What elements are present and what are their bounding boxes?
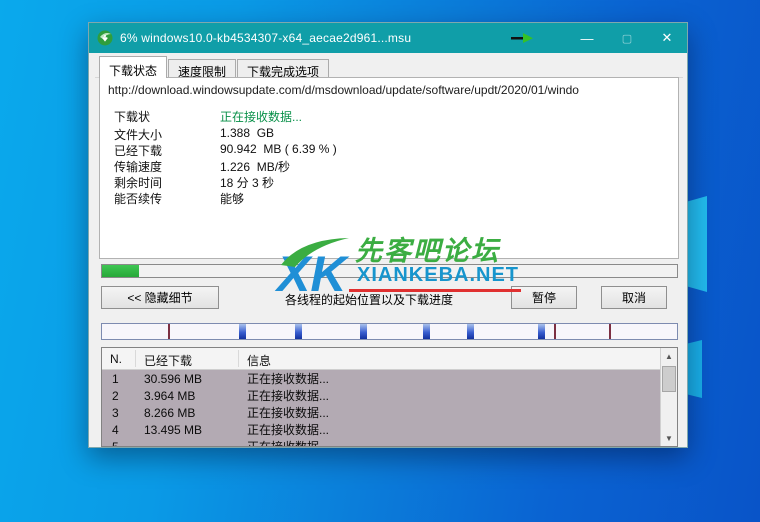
tab-speed-limit[interactable]: 速度限制 <box>168 59 237 79</box>
table-cell: 1 <box>112 371 119 386</box>
table-cell: 2 <box>112 388 119 403</box>
thread-position-mark <box>294 324 302 339</box>
idm-app-icon <box>97 30 113 46</box>
window-title: 6% windows10.0-kb4534307-x64_aecae2d961.… <box>120 31 412 45</box>
segment-boundary-mark <box>609 324 612 339</box>
field-row: 已经下载 90.942 MB ( 6.39 % ) <box>114 142 337 158</box>
column-header-downloaded[interactable]: 已经下载 <box>136 348 239 369</box>
field-label: 能否续传 <box>114 192 163 206</box>
field-value: 1.388 GB <box>220 126 275 140</box>
threads-table: N. 已经下载 信息 1 30.596 MB 正在接收数据... 2 3.964 MB 正… <box>101 347 678 447</box>
table-cell: 正在接收数据... <box>239 438 660 446</box>
field-label: 下载状 <box>114 110 151 124</box>
desktop-wallpaper: 6% windows10.0-kb4534307-x64_aecae2d961.… <box>0 0 760 522</box>
field-value: 90.942 MB ( 6.39 % ) <box>220 142 337 156</box>
progress-fill <box>102 265 139 277</box>
threads-caption: 各线程的起始位置以及下载进度 <box>284 293 453 307</box>
table-row[interactable]: 4 13.495 MB 正在接收数据... <box>102 421 660 438</box>
field-value: 18 分 3 秒 <box>220 176 275 190</box>
table-cell: 30.596 MB <box>144 371 203 386</box>
table-cell: 13.495 MB <box>144 422 203 437</box>
table-cell: 3 <box>112 405 119 420</box>
status-panel: http://download.windowsupdate.com/d/msdo… <box>99 77 679 259</box>
field-label: 剩余时间 <box>114 176 163 190</box>
table-row[interactable]: 5 正在接收数据... <box>102 438 660 447</box>
thread-position-mark <box>359 324 367 339</box>
pause-button[interactable]: 暂停 <box>511 286 577 309</box>
close-button[interactable]: ✕ <box>647 23 687 53</box>
table-cell: 4 <box>112 422 119 437</box>
cancel-button[interactable]: 取消 <box>601 286 667 309</box>
table-cell: 正在接收数据... <box>247 372 330 386</box>
field-row: 文件大小 1.388 GB <box>114 126 337 142</box>
download-url: http://download.windowsupdate.com/d/msdo… <box>108 83 579 97</box>
table-cell: 正在接收数据... <box>247 423 330 437</box>
download-fields: 下载状 正在接收数据... 文件大小 1.388 GB 已经下载 90.942 MB ( … <box>114 108 337 206</box>
thread-progress-bar <box>101 323 678 340</box>
thread-position-mark <box>422 324 430 339</box>
thread-position-mark <box>537 324 545 339</box>
start-queue-icon[interactable] <box>509 31 539 45</box>
field-label: 传输速度 <box>114 160 163 174</box>
field-row: 传输速度 1.226 MB/秒 <box>114 158 337 174</box>
field-row: 剩余时间 18 分 3 秒 <box>114 174 337 190</box>
table-scrollbar[interactable]: ▲ ▼ <box>660 348 677 446</box>
field-label: 文件大小 <box>114 128 163 142</box>
hide-details-button[interactable]: << 隐藏细节 <box>101 286 219 309</box>
maximize-button[interactable]: ▢ <box>607 23 647 53</box>
thread-position-mark <box>238 324 246 339</box>
field-label: 已经下载 <box>114 144 163 158</box>
field-row: 下载状 正在接收数据... <box>114 108 337 124</box>
tab-strip: 下载状态 速度限制 下载完成选项 <box>99 56 330 79</box>
titlebar[interactable]: 6% windows10.0-kb4534307-x64_aecae2d961.… <box>89 23 687 53</box>
table-cell: 正在接收数据... <box>247 406 330 420</box>
field-value: 1.226 MB/秒 <box>220 160 291 174</box>
thread-position-mark <box>467 324 475 339</box>
table-cell: 8.266 MB <box>144 405 196 420</box>
segment-boundary-mark <box>553 324 556 339</box>
table-row[interactable]: 1 30.596 MB 正在接收数据... <box>102 370 660 387</box>
minimize-button[interactable]: — <box>567 23 607 53</box>
field-value: 能够 <box>220 192 245 206</box>
table-row[interactable]: 3 8.266 MB 正在接收数据... <box>102 404 660 421</box>
download-progress-window: 6% windows10.0-kb4534307-x64_aecae2d961.… <box>88 22 688 448</box>
total-progress-bar <box>101 264 678 278</box>
scroll-down-arrow-icon[interactable]: ▼ <box>661 430 677 446</box>
field-value: 正在接收数据... <box>220 110 303 124</box>
field-row: 能否续传 能够 <box>114 190 337 206</box>
tab-download-status[interactable]: 下载状态 <box>99 56 168 78</box>
table-row[interactable]: 2 3.964 MB 正在接收数据... <box>102 387 660 404</box>
segment-boundary-mark <box>168 324 171 339</box>
table-cell: 3.964 MB <box>144 388 196 403</box>
tab-on-complete-options[interactable]: 下载完成选项 <box>237 59 330 79</box>
table-cell: 正在接收数据... <box>247 389 330 403</box>
table-body: 1 30.596 MB 正在接收数据... 2 3.964 MB 正在接收数据... 3 8.… <box>102 370 660 446</box>
table-header: N. 已经下载 信息 <box>102 348 677 370</box>
column-header-info[interactable]: 信息 <box>239 348 677 369</box>
scroll-up-arrow-icon[interactable]: ▲ <box>661 348 677 364</box>
scrollbar-thumb[interactable] <box>662 366 676 392</box>
column-header-n[interactable]: N. <box>102 348 136 369</box>
table-cell: 5 <box>102 440 136 447</box>
